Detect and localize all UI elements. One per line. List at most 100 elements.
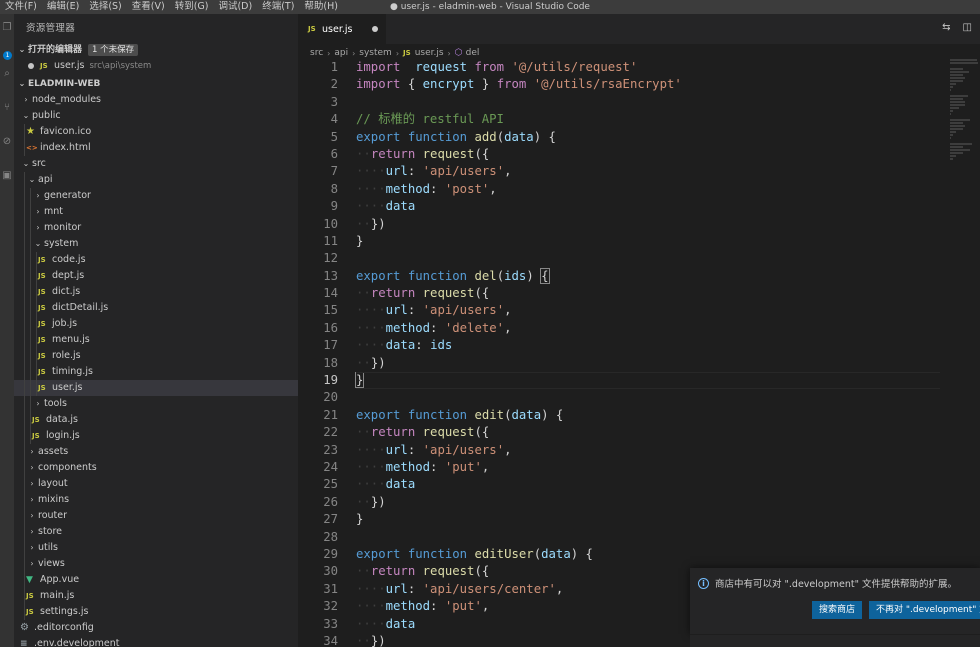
menu-selection[interactable]: 选择(S) xyxy=(84,0,126,14)
code-text: ····data xyxy=(338,198,415,215)
tree-item[interactable]: JS data.js xyxy=(14,412,298,428)
dont-show-again-button[interactable]: 不再对 ".development" 文件 xyxy=(869,601,980,619)
tree-item[interactable]: › generator xyxy=(14,188,298,204)
tree-item[interactable]: › node_modules xyxy=(14,92,298,108)
code-line[interactable]: 1 import request from '@/utils/request' xyxy=(298,59,980,76)
line-number: 5 xyxy=(330,129,338,144)
tree-item[interactable]: › utils xyxy=(14,540,298,556)
tree-item[interactable]: JS role.js xyxy=(14,348,298,364)
extensions-icon[interactable]: ▣ xyxy=(1,170,13,182)
code-line[interactable]: 26 ··}) xyxy=(298,494,980,511)
search-icon[interactable]: ⌕ xyxy=(1,68,13,80)
code-line[interactable]: 6 ··return request({ xyxy=(298,146,980,163)
code-line[interactable]: 25 ····data xyxy=(298,476,980,493)
code-line[interactable]: 29 export function editUser(data) { xyxy=(298,546,980,563)
debug-icon[interactable]: ⊘ xyxy=(1,136,13,148)
unsaved-badge: 1 个未保存 xyxy=(88,44,139,56)
code-token: ···· xyxy=(356,442,386,457)
tree-item[interactable]: JS code.js xyxy=(14,252,298,268)
indent-guide xyxy=(24,316,25,332)
code-line[interactable]: 24 ····method: 'put', xyxy=(298,459,980,476)
tree-item[interactable]: › assets xyxy=(14,444,298,460)
code-line[interactable]: 17 ····data: ids xyxy=(298,337,980,354)
code-line[interactable]: 28 xyxy=(298,529,980,546)
tree-item[interactable]: › layout xyxy=(14,476,298,492)
code-line[interactable]: 8 ····method: 'post', xyxy=(298,181,980,198)
code-line[interactable]: 13 export function del(ids) { xyxy=(298,267,980,285)
code-line[interactable]: 19} xyxy=(298,372,980,390)
code-line[interactable]: 3 xyxy=(298,94,980,111)
tree-item[interactable]: › tools xyxy=(14,396,298,412)
code-line[interactable]: 16 ····method: 'delete', xyxy=(298,320,980,337)
unsaved-dot-icon[interactable] xyxy=(372,26,379,32)
menu-goto[interactable]: 转到(G) xyxy=(170,0,214,14)
code-line[interactable]: 22 ··return request({ xyxy=(298,424,980,441)
tree-item[interactable]: ★ favicon.ico xyxy=(14,124,298,140)
code-line[interactable]: 4 // 标椎的 restful API xyxy=(298,111,980,128)
tree-item[interactable]: ⚙ .editorconfig xyxy=(14,620,298,636)
open-editor-item[interactable]: JS user.js src\api\system xyxy=(14,58,298,74)
tree-item-label: mixins xyxy=(38,494,70,505)
project-header[interactable]: ⌄ ELADMIN-WEB xyxy=(14,76,298,92)
tree-item[interactable]: ▼ App.vue xyxy=(14,572,298,588)
code-line[interactable]: 5 export function add(data) { xyxy=(298,129,980,146)
minimap[interactable] xyxy=(950,59,980,169)
code-line[interactable]: 14 ··return request({ xyxy=(298,285,980,302)
split-editor-icon[interactable]: ◫ xyxy=(963,22,972,33)
code-line[interactable]: 23 ····url: 'api/users', xyxy=(298,442,980,459)
code-line[interactable]: 12 xyxy=(298,250,980,267)
code-line[interactable]: 9 ····data xyxy=(298,198,980,215)
menu-file[interactable]: 文件(F) xyxy=(0,0,42,14)
source-control-icon[interactable]: ⑂ xyxy=(1,102,13,114)
open-editors-header[interactable]: ⌄ 打开的编辑器 1 个未保存 xyxy=(14,42,298,58)
tree-item[interactable]: ⌄ src xyxy=(14,156,298,172)
tree-item[interactable]: › views xyxy=(14,556,298,572)
unsaved-dot-icon[interactable] xyxy=(28,63,34,69)
tree-item[interactable]: JS main.js xyxy=(14,588,298,604)
code-editor[interactable]: 1 import request from '@/utils/request' 2 i… xyxy=(298,59,980,647)
explorer-icon[interactable]: ❐ xyxy=(1,22,13,34)
code-line[interactable]: 27} xyxy=(298,511,980,528)
code-line[interactable]: 20 xyxy=(298,389,980,406)
code-line[interactable]: 18 ··}) xyxy=(298,355,980,372)
tree-item[interactable]: JS settings.js xyxy=(14,604,298,620)
tree-item[interactable]: › mnt xyxy=(14,204,298,220)
tree-item[interactable]: <> index.html xyxy=(14,140,298,156)
tree-item[interactable]: › monitor xyxy=(14,220,298,236)
compare-changes-icon[interactable]: ⇆ xyxy=(942,22,950,33)
tree-item[interactable]: ⌄ system xyxy=(14,236,298,252)
code-line[interactable]: 7 ····url: 'api/users', xyxy=(298,163,980,180)
tab-user-js[interactable]: JS user.js xyxy=(298,14,386,44)
menu-view[interactable]: 查看(V) xyxy=(127,0,170,14)
tree-item[interactable]: ⌄ public xyxy=(14,108,298,124)
tree-item[interactable]: ⌄ api xyxy=(14,172,298,188)
chevron-right-icon: › xyxy=(30,495,34,504)
tree-item[interactable]: JS dict.js xyxy=(14,284,298,300)
menu-terminal[interactable]: 终端(T) xyxy=(257,0,299,14)
tree-item[interactable]: JS user.js xyxy=(14,380,298,396)
tree-item[interactable]: JS timing.js xyxy=(14,364,298,380)
tree-item[interactable]: › mixins xyxy=(14,492,298,508)
code-line[interactable]: 10 ··}) xyxy=(298,216,980,233)
menu-edit[interactable]: 编辑(E) xyxy=(42,0,84,14)
search-store-button[interactable]: 搜索商店 xyxy=(812,601,863,619)
code-line[interactable]: 11} xyxy=(298,233,980,250)
code-text: import { encrypt } from '@/utils/rsaEncr… xyxy=(338,76,682,93)
tree-item[interactable]: JS dept.js xyxy=(14,268,298,284)
tree-item[interactable]: › store xyxy=(14,524,298,540)
tree-item[interactable]: ≡ .env.development xyxy=(14,636,298,647)
code-token: request xyxy=(422,564,475,579)
tree-item[interactable]: › router xyxy=(14,508,298,524)
code-text: ··}) xyxy=(338,355,386,372)
menu-debug[interactable]: 调试(D) xyxy=(213,0,257,14)
tree-item[interactable]: JS login.js xyxy=(14,428,298,444)
code-line[interactable]: 15 ····url: 'api/users', xyxy=(298,302,980,319)
tree-item[interactable]: JS dictDetail.js xyxy=(14,300,298,316)
minimap-line xyxy=(950,104,965,106)
code-line[interactable]: 2 import { encrypt } from '@/utils/rsaEnc… xyxy=(298,76,980,93)
tree-item[interactable]: JS job.js xyxy=(14,316,298,332)
menu-help[interactable]: 帮助(H) xyxy=(299,0,343,14)
code-line[interactable]: 21 export function edit(data) { xyxy=(298,407,980,424)
tree-item[interactable]: JS menu.js xyxy=(14,332,298,348)
tree-item[interactable]: › components xyxy=(14,460,298,476)
